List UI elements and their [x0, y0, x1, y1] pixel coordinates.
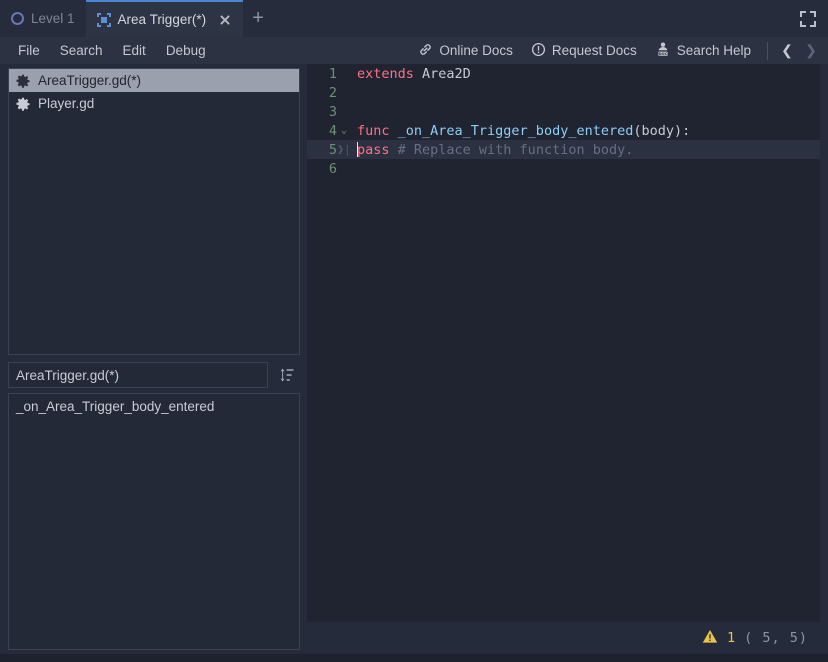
tab-bar: Level 1 Area Trigger(*) + [0, 0, 828, 37]
line-number: 4 [328, 122, 337, 139]
menu-search[interactable]: Search [50, 40, 113, 61]
code-text: extends Area2D [351, 66, 471, 82]
code-line: 6 [307, 159, 820, 178]
cursor-position[interactable]: ( 5, 5) [744, 630, 808, 646]
code-text: func _on_Area_Trigger_body_entered(body)… [351, 123, 690, 139]
warning-triangle-icon[interactable] [702, 629, 718, 648]
code-line: 4 ⌄ func _on_Area_Trigger_body_entered(b… [307, 121, 820, 140]
request-docs-button[interactable]: Request Docs [523, 39, 645, 63]
script-list-item-label: AreaTrigger.gd(*) [38, 73, 142, 88]
code-line: 2 [307, 83, 820, 102]
previous-script-button[interactable]: ❮ [776, 40, 798, 62]
status-bar: 1 ( 5, 5) [307, 622, 820, 654]
token-keyword: extends [357, 65, 423, 82]
token-keyword: pass [357, 141, 390, 158]
new-tab-button[interactable]: + [243, 0, 273, 37]
token-punct: ): [674, 122, 691, 139]
doc-person-icon: DOC [655, 41, 671, 60]
code-line: 1 extends Area2D [307, 64, 820, 83]
menu-file[interactable]: File [8, 40, 50, 61]
member-filter-input[interactable] [8, 362, 268, 388]
sort-icon[interactable] [274, 362, 300, 388]
script-list-item-player[interactable]: Player.gd [9, 92, 299, 115]
request-docs-label: Request Docs [551, 43, 637, 58]
help-toolbar: Online Docs Request Docs DOC Search Help… [410, 38, 828, 63]
member-list-panel: _on_Area_Trigger_body_entered [8, 393, 300, 650]
gear-script-icon [16, 74, 30, 88]
window-bottom-edge [0, 654, 828, 662]
menu-bar: File Search Edit Debug Online Docs Reque… [0, 37, 828, 64]
code-text: pass # Replace with function body. [351, 141, 634, 158]
token-parameter: body [641, 122, 674, 139]
menu-edit[interactable]: Edit [113, 40, 156, 61]
fold-gutter[interactable]: ⌄ [337, 125, 351, 136]
member-filter-bar [8, 362, 300, 388]
area2d-node-icon [96, 12, 111, 27]
tab-strip: Level 1 Area Trigger(*) + [0, 0, 273, 37]
tab-indicator-icon: ❱| [337, 143, 351, 156]
online-docs-button[interactable]: Online Docs [410, 39, 521, 63]
menu-items: File Search Edit Debug [0, 40, 216, 61]
toolbar-divider [767, 41, 768, 60]
line-number: 5 [328, 141, 337, 158]
script-list-panel: AreaTrigger.gd(*) Player.gd [8, 68, 300, 355]
token-function-name: _on_Area_Trigger_body_entered [397, 122, 634, 139]
member-list-item[interactable]: _on_Area_Trigger_body_entered [9, 394, 299, 419]
exclamation-circle-icon [531, 42, 546, 60]
code-editor[interactable]: 1 extends Area2D 2 3 4 ⌄ func _on_Area_T… [307, 64, 820, 622]
line-number: 3 [328, 103, 337, 120]
script-editor-window: Level 1 Area Trigger(*) + File Search Ed… [0, 0, 828, 662]
line-number: 2 [328, 84, 337, 101]
script-list-item-label: Player.gd [38, 96, 95, 111]
menu-debug[interactable]: Debug [156, 40, 216, 61]
token-comment: # Replace with function body. [389, 141, 634, 158]
line-number: 6 [328, 160, 337, 177]
tab-level-1[interactable]: Level 1 [0, 0, 86, 37]
close-icon[interactable] [218, 13, 232, 27]
tab-label: Level 1 [31, 11, 75, 26]
code-line: 3 [307, 102, 820, 121]
svg-text:DOC: DOC [658, 52, 667, 56]
tab-label: Area Trigger(*) [117, 12, 207, 27]
line-number: 1 [328, 65, 337, 82]
script-list-item-areatrigger[interactable]: AreaTrigger.gd(*) [9, 69, 299, 92]
tab-area-trigger[interactable]: Area Trigger(*) [85, 0, 244, 37]
next-script-button[interactable]: ❯ [800, 40, 822, 62]
link-chain-icon [418, 42, 433, 60]
code-line-current: 5 ❱| pass # Replace with function body. [307, 140, 820, 159]
online-docs-label: Online Docs [439, 43, 513, 58]
token-type: Area2D [422, 65, 471, 82]
expand-fullscreen-icon[interactable] [798, 9, 820, 29]
search-help-label: Search Help [676, 43, 751, 58]
token-keyword: func [357, 122, 398, 139]
circle-scene-icon [11, 12, 24, 25]
search-help-button[interactable]: DOC Search Help [647, 38, 759, 63]
gear-script-icon [16, 97, 30, 111]
warning-count[interactable]: 1 [727, 630, 735, 646]
